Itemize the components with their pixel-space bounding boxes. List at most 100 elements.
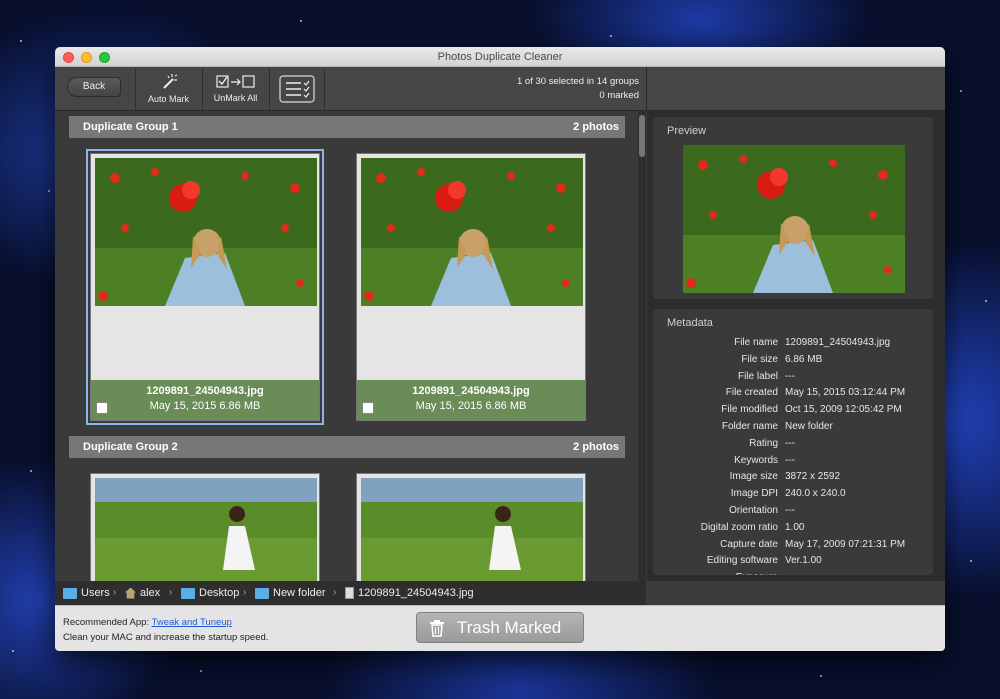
duplicate-groups-list[interactable]: Duplicate Group 1 2 photos 1209891_24504…	[55, 111, 646, 581]
photo-thumbnail	[95, 478, 317, 581]
recommended-app-link[interactable]: Tweak and Tuneup	[152, 617, 232, 628]
metadata-row: Digital zoom ratio 1.00	[653, 520, 933, 536]
photo-caption: 1209891_24504943.jpg May 15, 2015 6.86 M…	[357, 380, 585, 420]
metadata-key: Exposure	[736, 570, 778, 575]
metadata-panel: Metadata File name 1209891_24504943.jpg Fi…	[653, 309, 933, 575]
magic-wand-icon	[162, 74, 177, 89]
close-window-button[interactable]	[63, 52, 74, 63]
footer-bar: Recommended App: Tweak and Tuneup Clean …	[55, 605, 945, 651]
metadata-row: Exposure ---	[653, 570, 933, 575]
metadata-row: Folder name New folder	[653, 419, 933, 435]
photo-thumbnail	[361, 158, 583, 306]
photo-thumbnail	[95, 158, 317, 306]
metadata-row: Image size 3872 x 2592	[653, 469, 933, 485]
photo-filename: 1209891_24504943.jpg	[146, 385, 264, 397]
metadata-row: Capture date May 17, 2009 07:21:31 PM	[653, 537, 933, 553]
zoom-window-button[interactable]	[99, 52, 110, 63]
vertical-scrollbar[interactable]	[638, 111, 646, 581]
folder-icon	[181, 587, 195, 599]
preview-panel: Preview	[653, 117, 933, 299]
unmark-all-button[interactable]: UnMark All	[202, 68, 268, 110]
scrollbar-thumb[interactable]	[639, 115, 645, 157]
metadata-row: File size 6.86 MB	[653, 352, 933, 368]
metadata-key: File size	[741, 353, 778, 365]
group-header: Duplicate Group 1 2 photos	[69, 116, 625, 138]
details-pane: Preview Metadata File name 1209891_245049…	[647, 111, 945, 581]
group-count: 2 photos	[573, 441, 619, 453]
preview-image	[683, 145, 905, 293]
metadata-key: Rating	[749, 437, 778, 449]
photo-card[interactable]: 1209891_24504943.jpg May 15, 2015 6.86 M…	[86, 149, 324, 425]
metadata-key: File name	[734, 337, 778, 348]
auto-mark-label: Auto Mark	[147, 94, 189, 104]
metadata-row: Rating ---	[653, 436, 933, 452]
metadata-value: 1209891_24504943.jpg	[785, 337, 891, 348]
folder-icon	[255, 587, 269, 599]
home-icon	[125, 587, 136, 599]
back-button-label: Back	[82, 81, 106, 92]
trash-marked-button[interactable]: Trash Marked	[416, 612, 584, 643]
path-separator: ›	[169, 587, 173, 598]
metadata-row: Orientation ---	[653, 503, 933, 519]
photo-card[interactable]: 1209891_24504943.jpg May 15, 2015 6.86 M…	[356, 153, 586, 421]
photo-info: May 15, 2015 6.86 MB	[149, 400, 261, 412]
toolbar: Back Auto Mark UnMark All 1 of 30 select…	[55, 67, 945, 111]
path-bar: Users › alex › Desktop › New folder › 12…	[55, 581, 646, 605]
title-bar: Photos Duplicate Cleaner	[55, 47, 945, 67]
metadata-row: Image DPI 240.0 x 240.0	[653, 486, 933, 502]
group-title: Duplicate Group 1	[83, 121, 178, 133]
metadata-title: Metadata	[667, 317, 713, 329]
list-view-button[interactable]	[269, 68, 325, 110]
trash-marked-label: Trash Marked	[457, 618, 562, 637]
metadata-row: Editing software Ver.1.00	[653, 553, 933, 569]
metadata-row: File name 1209891_24504943.jpg	[653, 335, 933, 351]
metadata-value: ---	[785, 505, 795, 516]
group-header: Duplicate Group 2 2 photos	[69, 436, 625, 458]
auto-mark-button[interactable]: Auto Mark	[135, 68, 201, 110]
metadata-key: File modified	[721, 404, 778, 416]
metadata-key: File created	[725, 387, 778, 399]
metadata-value: ---	[785, 437, 795, 449]
metadata-key: Keywords	[734, 454, 778, 466]
app-window: Photos Duplicate Cleaner Back Auto Mark	[55, 47, 945, 651]
path-item[interactable]: alex	[125, 581, 160, 605]
metadata-value: 240.0 x 240.0	[785, 488, 846, 500]
unmark-all-label: UnMark All	[213, 93, 258, 103]
mark-checkbox[interactable]	[362, 402, 374, 414]
path-separator: ›	[113, 587, 117, 598]
metadata-key: Image DPI	[730, 488, 778, 500]
path-item[interactable]: Users	[63, 581, 110, 605]
metadata-value: ---	[785, 570, 795, 575]
metadata-key: Folder name	[721, 421, 778, 432]
metadata-row: File created May 15, 2015 03:12:44 PM	[653, 385, 933, 401]
photo-card[interactable]	[356, 473, 586, 581]
recommended-text: Clean your MAC and increase the startup …	[63, 632, 269, 643]
metadata-value: 1.00	[785, 521, 805, 533]
minimize-window-button[interactable]	[81, 52, 92, 63]
metadata-key: Image size	[729, 471, 778, 483]
photo-thumbnail	[361, 478, 583, 581]
unmark-checkbox-icon	[215, 75, 255, 88]
metadata-value: Oct 15, 2009 12:05:42 PM	[785, 404, 902, 416]
metadata-value: New folder	[785, 421, 833, 432]
back-button[interactable]: Back	[67, 77, 121, 97]
metadata-key: File label	[737, 370, 778, 382]
file-icon	[345, 587, 354, 599]
group-title: Duplicate Group 2	[83, 441, 178, 453]
photo-caption: 1209891_24504943.jpg May 15, 2015 6.86 M…	[91, 380, 319, 420]
metadata-value: 3872 x 2592	[785, 471, 841, 483]
metadata-value: May 15, 2015 03:12:44 PM	[785, 387, 906, 399]
photo-card[interactable]	[90, 473, 320, 581]
metadata-key: Orientation	[729, 505, 778, 516]
preview-title: Preview	[667, 125, 707, 137]
marked-count-text: 0 marked	[599, 90, 639, 101]
photo-info: May 15, 2015 6.86 MB	[415, 400, 527, 412]
mark-checkbox[interactable]	[96, 402, 108, 414]
metadata-key: Editing software	[706, 555, 778, 567]
path-item[interactable]: 1209891_24504943.jpg	[345, 581, 474, 605]
metadata-key: Capture date	[720, 538, 778, 550]
metadata-row: File label ---	[653, 369, 933, 385]
path-item[interactable]: Desktop	[181, 581, 239, 605]
recommendation: Recommended App: Tweak and Tuneup Clean …	[63, 615, 268, 645]
path-item[interactable]: New folder	[255, 581, 326, 605]
